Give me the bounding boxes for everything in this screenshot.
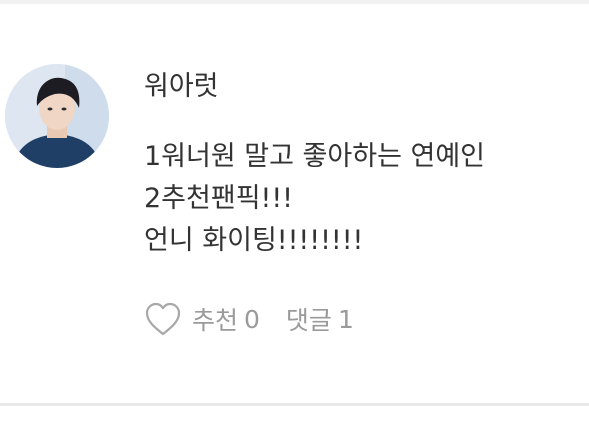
comment-line: 언니 화이팅!!!!!!!!	[144, 225, 364, 256]
heart-outline-icon	[145, 302, 181, 336]
comment-author: 워아럿	[144, 71, 219, 102]
like-button[interactable]: 추천 0	[144, 301, 260, 337]
like-label: 추천	[192, 306, 239, 335]
reply-label: 댓글	[285, 306, 332, 335]
avatar[interactable]	[5, 64, 109, 168]
like-count: 0	[244, 304, 260, 334]
avatar-photo	[5, 64, 109, 168]
reply-button[interactable]: 댓글 1	[286, 301, 354, 337]
comment-line: 1워너원 말고 좋아하는 연예인	[144, 141, 486, 172]
comment-line: 2추천팬픽!!!	[144, 183, 294, 214]
comment-actions: 추천 0 댓글 1	[144, 299, 354, 339]
bottom-divider	[0, 403, 589, 406]
reply-count: 1	[337, 304, 354, 334]
comment-body: 1워너원 말고 좋아하는 연예인 2추천팬픽!!! 언니 화이팅!!!!!!!!	[144, 136, 574, 262]
top-divider	[0, 0, 589, 4]
